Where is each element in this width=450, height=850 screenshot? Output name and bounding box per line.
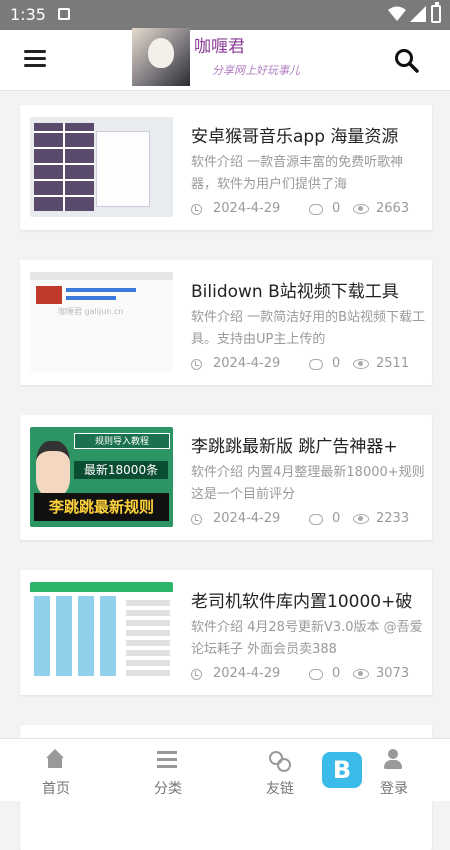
hamburger-line: [24, 57, 46, 60]
thumbnail-toolbar: [30, 272, 173, 280]
hamburger-line: [24, 64, 46, 67]
logo-slogan: 分享网上好玩事儿: [212, 64, 300, 77]
comment-count: 0: [332, 511, 341, 526]
comment-count: 0: [332, 201, 341, 216]
comment-icon: [309, 514, 323, 525]
site-logo[interactable]: 咖喱君 分享网上好玩事儿: [132, 28, 318, 86]
view-count: 2233: [376, 511, 410, 526]
comment-count: 0: [332, 356, 341, 371]
eye-icon: [353, 204, 369, 214]
post-card[interactable]: 老司机软件库内置10000+破 软件介绍 4月28号更新V3.0版本 @吾爱论坛…: [20, 570, 432, 695]
clock-icon: [191, 669, 202, 680]
tab-home[interactable]: 首页: [0, 739, 112, 801]
post-date: 2024-4-29: [213, 356, 281, 371]
post-date: 2024-4-29: [213, 201, 281, 216]
eye-icon: [353, 359, 369, 369]
logo-mascot-image: [132, 28, 190, 86]
watermark-logo-icon: B: [322, 752, 362, 788]
comment-icon: [309, 359, 323, 370]
post-meta: 2024-4-29 0 3073: [191, 666, 428, 686]
eye-icon: [353, 669, 369, 679]
logo-title: 咖喱君: [194, 37, 245, 57]
post-card[interactable]: 规则导入教程 最新18000条 李跳跳最新规则 李跳跳最新版 跳广告神器+ 软件…: [20, 415, 432, 540]
tab-links[interactable]: 友链: [224, 739, 336, 801]
thumbnail-caption: 规则导入教程: [74, 433, 170, 449]
post-card[interactable]: 安卓猴哥音乐app 海量资源 软件介绍 一款音源丰富的免费听歌神器，软件为用户们…: [20, 105, 432, 230]
post-excerpt: 软件介绍 一款音源丰富的免费听歌神器，软件为用户们提供了海: [191, 155, 404, 192]
thumbnail-caption: 最新18000条: [74, 461, 168, 479]
list-icon: [156, 749, 178, 771]
thumbnail-side-panel: [126, 596, 170, 676]
post-date: 2024-4-29: [213, 511, 281, 526]
battery-icon: [431, 2, 441, 23]
clock-icon: [191, 514, 202, 525]
search-icon[interactable]: [394, 48, 420, 74]
view-count: 2511: [376, 356, 410, 371]
tab-label: 友链: [266, 781, 294, 797]
hamburger-icon: [24, 50, 46, 53]
thumbnail-caption: 李跳跳最新规则: [34, 493, 169, 521]
menu-button[interactable]: [24, 50, 48, 70]
thumbnail-app-grid: [34, 596, 122, 676]
post-meta: 2024-4-29 0 2511: [191, 356, 428, 376]
home-icon: [44, 749, 66, 771]
user-icon: [382, 749, 404, 771]
post-meta: 2024-4-29 0 2663: [191, 201, 428, 221]
status-bar: 1:35: [0, 0, 450, 30]
post-excerpt: 软件介绍 内置4月整理最新18000+规则 这是一个目前评分: [191, 465, 425, 502]
post-thumbnail[interactable]: 规则导入教程 最新18000条 李跳跳最新规则: [30, 427, 173, 527]
signal-icon: [410, 6, 426, 22]
tab-categories[interactable]: 分类: [112, 739, 224, 801]
wifi-icon: [388, 6, 406, 21]
view-count: 3073: [376, 666, 410, 681]
comment-count: 0: [332, 666, 341, 681]
post-excerpt: 软件介绍 4月28号更新V3.0版本 @吾爱论坛耗子 外面会员卖388: [191, 620, 423, 657]
comment-icon: [309, 669, 323, 680]
post-title[interactable]: Bilidown B站视频下载工具: [191, 277, 428, 302]
post-title[interactable]: 老司机软件库内置10000+破: [191, 587, 428, 612]
tab-label: 首页: [42, 781, 70, 797]
post-thumbnail[interactable]: [30, 582, 173, 682]
post-card[interactable]: 咖喱君 galijun.cn Bilidown B站视频下载工具 软件介绍 一款…: [20, 260, 432, 385]
link-icon: [268, 749, 291, 772]
comment-icon: [309, 204, 323, 215]
sim-icon: [58, 8, 70, 20]
clock-icon: [191, 204, 202, 215]
bottom-tab-bar: 首页 分类 友链 登录: [0, 738, 450, 801]
status-time: 1:35: [10, 5, 46, 24]
post-excerpt: 软件介绍 一款简洁好用的B站视频下载工具。支持由UP主上传的: [191, 310, 426, 347]
thumbnail-header: [30, 582, 173, 592]
thumbnail-character: [36, 441, 70, 495]
thumbnail-dialog: [96, 131, 150, 207]
post-title[interactable]: 李跳跳最新版 跳广告神器+: [191, 432, 428, 457]
tab-label: 分类: [154, 781, 182, 797]
thumbnail-row: [66, 296, 116, 300]
thumbnail-row: [66, 288, 136, 292]
thumbnail-album-grid: [34, 123, 94, 211]
thumbnail-watermark: 咖喱君 galijun.cn: [58, 307, 124, 316]
post-date: 2024-4-29: [213, 666, 281, 681]
post-title[interactable]: 安卓猴哥音乐app 海量资源: [191, 122, 428, 147]
post-meta: 2024-4-29 0 2233: [191, 511, 428, 531]
clock-icon: [191, 359, 202, 370]
post-thumbnail[interactable]: 咖喱君 galijun.cn: [30, 272, 173, 372]
eye-icon: [353, 514, 369, 524]
view-count: 2663: [376, 201, 410, 216]
thumbnail-video-preview: [36, 286, 62, 304]
post-thumbnail[interactable]: [30, 117, 173, 217]
